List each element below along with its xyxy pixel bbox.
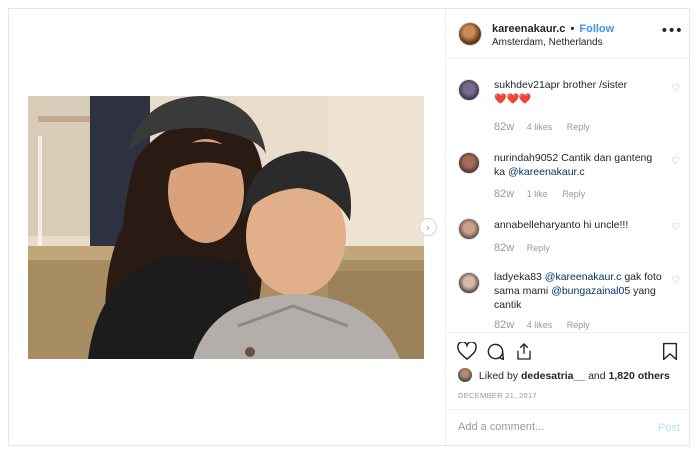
comment-meta: 82w 1 like Reply	[494, 188, 585, 200]
add-comment-bar: Post	[446, 409, 690, 445]
like-comment-heart-icon[interactable]: ♡	[671, 222, 680, 233]
comment-mention[interactable]: @kareenakaur.c	[545, 271, 622, 283]
post-photo[interactable]	[28, 96, 424, 359]
post-comment-button[interactable]: Post	[658, 422, 680, 434]
heart-emoji: ❤️❤️❤️	[494, 94, 532, 105]
author-avatar[interactable]	[458, 22, 482, 46]
post-media-area: ›	[9, 9, 445, 445]
reply-button[interactable]: Reply	[527, 243, 550, 253]
comment-meta: 82w 4 likes Reply	[494, 319, 590, 331]
post-details-panel: kareenakaur.c • Follow Amsterdam, Nether…	[445, 9, 690, 445]
comment-age: 82w	[494, 188, 515, 200]
separator-dot: •	[570, 23, 575, 35]
share-icon[interactable]	[515, 342, 533, 366]
comment-likes[interactable]: 4 likes	[527, 320, 553, 330]
reply-button[interactable]: Reply	[567, 122, 590, 132]
like-comment-heart-icon[interactable]: ♡	[671, 275, 680, 286]
commenter-avatar[interactable]	[458, 152, 480, 174]
liker-avatar[interactable]	[458, 368, 472, 382]
follow-button[interactable]: Follow	[579, 23, 614, 35]
comment-text: ladyeka83 @kareenakaur.c gak foto sama m…	[494, 270, 664, 312]
comment-username[interactable]: annabelleharyanto	[494, 219, 580, 231]
post-header: kareenakaur.c • Follow Amsterdam, Nether…	[446, 9, 690, 59]
commenter-avatar[interactable]	[458, 79, 480, 101]
bookmark-icon[interactable]	[662, 342, 678, 366]
reply-button[interactable]: Reply	[562, 189, 585, 199]
like-comment-heart-icon[interactable]: ♡	[671, 83, 680, 94]
comment-mention-2[interactable]: @bungazainal05	[551, 285, 630, 297]
post-date[interactable]: DECEMBER 21, 2017	[458, 391, 537, 400]
comment-age: 82w	[494, 242, 515, 254]
author-line: kareenakaur.c • Follow	[492, 23, 614, 35]
comments-list: sukhdev21apr brother /sister ❤️❤️❤️ ♡ 82…	[446, 59, 690, 332]
like-comment-heart-icon[interactable]: ♡	[671, 156, 680, 167]
comment-likes[interactable]: 4 likes	[527, 122, 553, 132]
author-username[interactable]: kareenakaur.c	[492, 23, 565, 35]
liked-by-user[interactable]: dedesatria__	[521, 370, 585, 382]
liked-by-count[interactable]: 1,820 others	[609, 370, 670, 382]
comment-meta: 82w Reply	[494, 242, 550, 254]
commenter-avatar[interactable]	[458, 218, 480, 240]
like-heart-icon[interactable]	[457, 341, 477, 365]
liked-by-line: Liked by dedesatria__ and 1,820 others	[458, 368, 670, 382]
comment-body: hi uncle!!!	[583, 219, 629, 231]
comment-age: 82w	[494, 319, 515, 331]
more-options-icon[interactable]: •••	[660, 23, 683, 39]
comment-likes[interactable]: 1 like	[527, 189, 548, 199]
comment-meta: 82w 4 likes Reply	[494, 121, 590, 133]
commenter-avatar[interactable]	[458, 272, 480, 294]
comment-bubble-icon[interactable]	[486, 342, 505, 366]
liked-by-and: and	[588, 370, 606, 382]
chevron-right-icon[interactable]: ›	[419, 218, 437, 236]
post-modal: › kareenakaur.c • Follow Amsterdam, Neth…	[8, 8, 690, 446]
comment-text: nurindah9052 Cantik dan ganteng ka @kare…	[494, 151, 664, 179]
reply-button[interactable]: Reply	[567, 320, 590, 330]
post-location[interactable]: Amsterdam, Netherlands	[492, 37, 603, 48]
comment-username[interactable]: sukhdev21apr	[494, 79, 560, 91]
comment-username[interactable]: ladyeka83	[494, 271, 542, 283]
comment-username[interactable]: nurindah9052	[494, 152, 558, 164]
comment-mention[interactable]: @kareenakaur.c	[508, 166, 585, 178]
liked-by-prefix: Liked by	[478, 370, 519, 382]
comment-text: sukhdev21apr brother /sister ❤️❤️❤️	[494, 78, 664, 107]
comment-text: annabelleharyanto hi uncle!!!	[494, 218, 664, 232]
comment-body: brother /sister	[562, 79, 628, 91]
comment-age: 82w	[494, 121, 515, 133]
add-comment-input[interactable]	[458, 421, 638, 433]
